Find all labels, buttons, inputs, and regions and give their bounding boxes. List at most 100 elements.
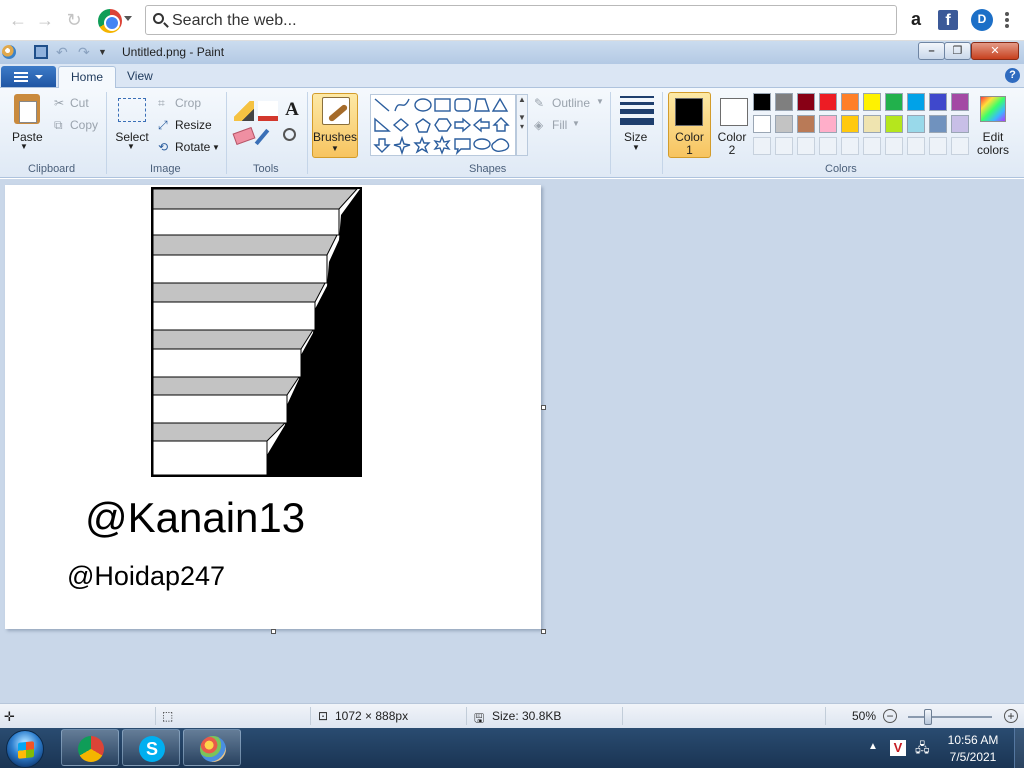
copy-icon[interactable]: ⧉ [54, 118, 63, 133]
palette-color-swatch[interactable] [819, 115, 837, 133]
edit-colors-button-line2[interactable]: colors [972, 143, 1014, 157]
palette-color-swatch[interactable] [841, 115, 859, 133]
dashlane-icon[interactable]: D [971, 9, 993, 31]
palette-custom-slot[interactable] [775, 137, 793, 155]
taskbar-skype[interactable]: S [122, 729, 180, 766]
customize-qat-icon[interactable]: ▼ [98, 45, 112, 59]
chevron-down-icon[interactable]: ▼ [632, 143, 640, 152]
palette-color-swatch[interactable] [951, 93, 969, 111]
resize-handle-right[interactable] [541, 405, 546, 410]
search-input[interactable]: Search the web... [145, 5, 897, 35]
size-icon[interactable] [620, 96, 654, 125]
rotate-icon[interactable]: ⟲ [158, 140, 168, 154]
palette-custom-slot[interactable] [841, 137, 859, 155]
chevron-down-icon[interactable]: ▼ [596, 97, 604, 106]
color1-button[interactable]: Color 1 [668, 92, 711, 158]
forward-icon[interactable]: → [35, 10, 55, 30]
outline-icon[interactable]: ✎ [534, 96, 544, 110]
palette-custom-slot[interactable] [885, 137, 903, 155]
eraser-icon[interactable] [232, 126, 256, 146]
palette-color-swatch[interactable] [841, 93, 859, 111]
clock-time[interactable]: 10:56 AM [938, 733, 1008, 747]
zoom-slider-thumb[interactable] [924, 709, 932, 725]
text-tool-icon[interactable]: A [282, 99, 302, 120]
palette-color-swatch[interactable] [885, 93, 903, 111]
resize-icon[interactable]: ⤢ [158, 118, 168, 133]
zoom-in-icon[interactable]: + [1004, 709, 1018, 723]
clock-date[interactable]: 7/5/2021 [938, 750, 1008, 764]
chevron-down-icon[interactable]: ▼ [572, 119, 580, 128]
zoom-slider[interactable] [908, 716, 992, 718]
resize-handle-corner[interactable] [541, 629, 546, 634]
minimize-button[interactable]: – [918, 42, 945, 60]
edit-colors-button[interactable]: Edit [972, 130, 1014, 144]
tab-home[interactable]: Home [58, 66, 117, 89]
size-button[interactable]: Size [624, 130, 647, 144]
palette-color-swatch[interactable] [775, 93, 793, 111]
palette-color-swatch[interactable] [907, 93, 925, 111]
paste-icon[interactable] [14, 94, 40, 124]
menu-icon[interactable] [1004, 10, 1010, 30]
color-picker-icon[interactable] [254, 128, 270, 146]
undo-icon[interactable]: ↶ [56, 45, 70, 59]
select-icon[interactable] [118, 98, 146, 122]
tray-overflow-icon[interactable]: ▲ [868, 741, 878, 752]
chevron-down-icon[interactable] [124, 16, 132, 21]
taskbar-chrome[interactable] [61, 729, 119, 766]
brushes-button[interactable]: Brushes ▼ [312, 93, 358, 158]
fill-button[interactable]: Fill [552, 118, 567, 132]
reload-icon[interactable]: ↻ [64, 10, 84, 30]
amazon-icon[interactable]: a [906, 10, 926, 30]
palette-color-swatch[interactable] [907, 115, 925, 133]
palette-color-swatch[interactable] [819, 93, 837, 111]
edit-colors-icon[interactable] [980, 96, 1006, 122]
palette-color-swatch[interactable] [929, 115, 947, 133]
crop-icon[interactable]: ⌗ [158, 96, 165, 111]
redo-icon[interactable]: ↷ [78, 45, 92, 59]
color2-label[interactable]: Color [714, 130, 750, 144]
shapes-grid[interactable] [371, 95, 517, 157]
palette-color-swatch[interactable] [775, 115, 793, 133]
chevron-down-icon[interactable]: ▼ [212, 143, 220, 152]
palette-custom-slot[interactable] [797, 137, 815, 155]
palette-color-swatch[interactable] [753, 115, 771, 133]
show-desktop-button[interactable] [1014, 728, 1024, 768]
chevron-down-icon[interactable]: ▼ [20, 142, 28, 151]
close-button[interactable]: ✕ [971, 42, 1019, 60]
chevron-down-icon[interactable]: ▼ [127, 142, 135, 151]
facebook-icon[interactable]: f [938, 10, 958, 30]
pencil-icon[interactable] [234, 101, 254, 121]
paint-app-icon[interactable] [2, 45, 16, 59]
maximize-button[interactable]: ❐ [944, 42, 971, 60]
fill-icon[interactable]: ◈ [534, 118, 543, 132]
palette-custom-slot[interactable] [951, 137, 969, 155]
palette-color-swatch[interactable] [797, 115, 815, 133]
fill-bucket-icon[interactable] [258, 101, 278, 121]
drawing-canvas[interactable]: @Kanain13 @Hoidap247 [5, 185, 541, 629]
color2-swatch[interactable] [720, 98, 748, 126]
zoom-out-icon[interactable]: − [883, 709, 897, 723]
cut-icon[interactable]: ✂ [54, 96, 64, 110]
network-icon[interactable]: 🖧 [915, 740, 931, 756]
rotate-button[interactable]: Rotate [175, 140, 210, 154]
outline-button[interactable]: Outline [552, 96, 590, 110]
palette-custom-slot[interactable] [863, 137, 881, 155]
crop-button[interactable]: Crop [175, 96, 201, 110]
palette-color-swatch[interactable] [929, 93, 947, 111]
palette-color-swatch[interactable] [863, 93, 881, 111]
palette-color-swatch[interactable] [951, 115, 969, 133]
resize-handle-bottom[interactable] [271, 629, 276, 634]
palette-custom-slot[interactable] [819, 137, 837, 155]
help-icon[interactable]: ? [1005, 68, 1020, 83]
back-icon[interactable]: ← [8, 10, 28, 30]
palette-color-swatch[interactable] [753, 93, 771, 111]
palette-custom-slot[interactable] [753, 137, 771, 155]
cut-button[interactable]: Cut [70, 96, 89, 110]
resize-button[interactable]: Resize [175, 118, 212, 132]
chrome-icon[interactable] [98, 9, 122, 33]
taskbar-paint[interactable] [183, 729, 241, 766]
copy-button[interactable]: Copy [70, 118, 98, 132]
save-icon[interactable] [34, 45, 48, 59]
antivirus-icon[interactable]: V [890, 740, 906, 756]
start-button[interactable] [6, 730, 44, 768]
